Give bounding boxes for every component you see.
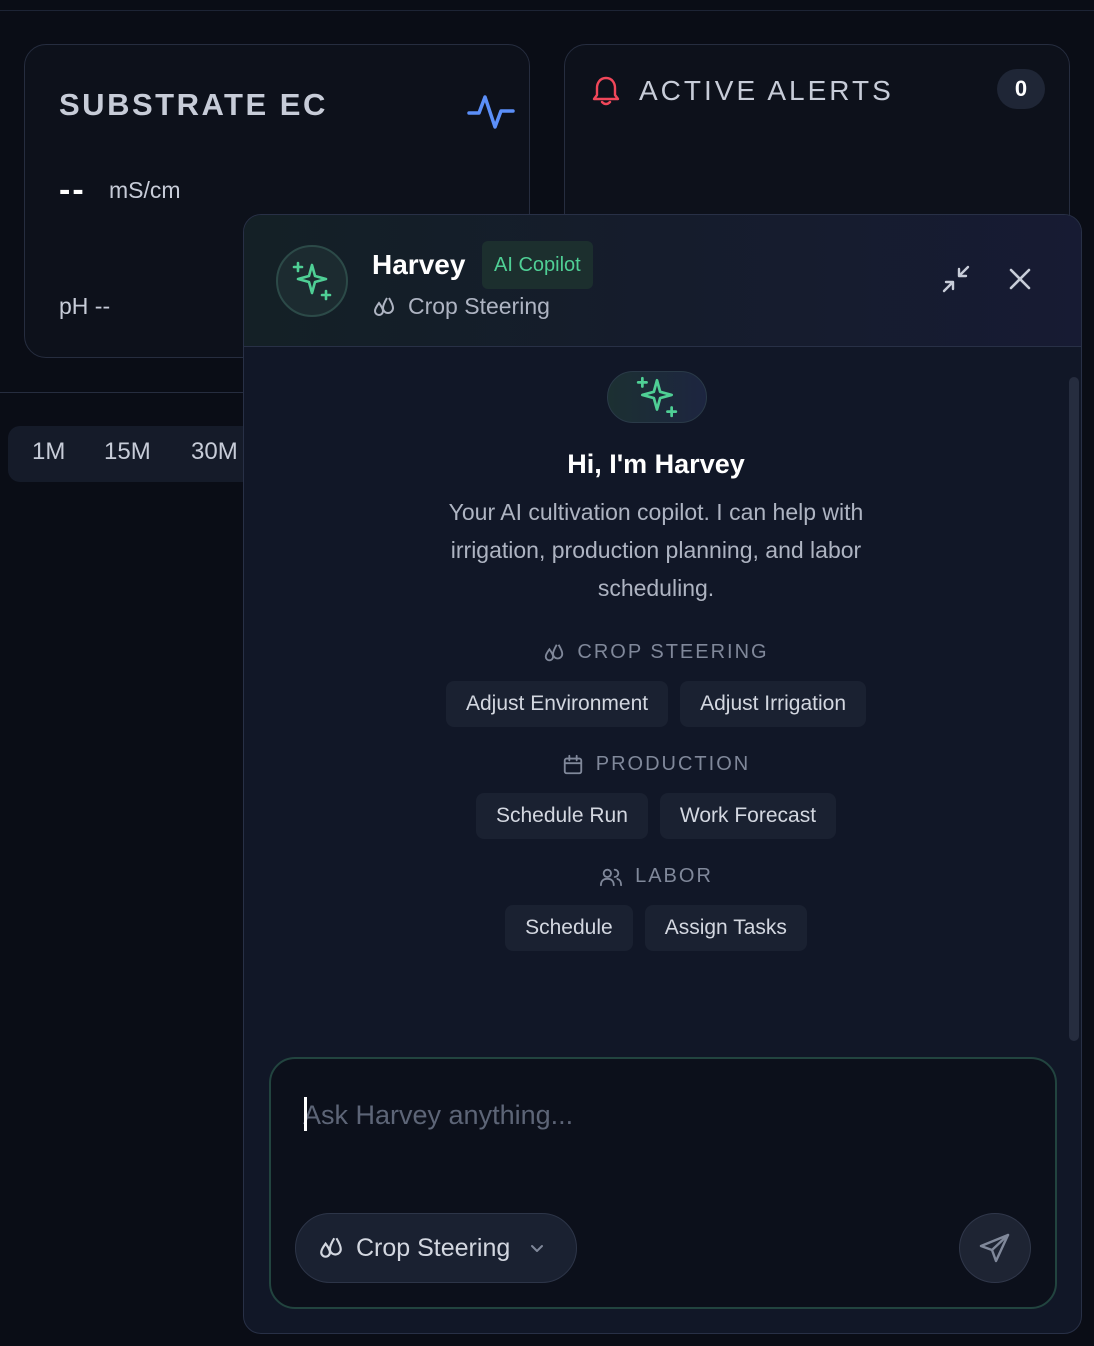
close-icon [1009,268,1031,290]
ph-value: pH -- [59,293,111,319]
chevron-down-icon [531,1245,544,1252]
alerts-count-badge: 0 [997,69,1045,109]
calendar-icon [563,754,582,774]
greeting-intro: Your AI cultivation copilot. I can help … [448,499,864,601]
section-production-label: PRODUCTION [595,753,751,775]
section-production: PRODUCTION [244,753,1068,776]
ec-unit: mS/cm [109,177,181,203]
bot-context-label: Crop Steering [408,293,550,319]
time-range-15m-button[interactable]: 15M [104,438,151,466]
ai-copilot-badge: AI Copilot [482,241,593,289]
top-divider [0,10,1094,11]
assign-tasks-chip[interactable]: Assign Tasks [644,905,807,951]
section-labor: LABOR [244,865,1068,888]
message-composer: Crop Steering [269,1057,1057,1309]
production-chips: Schedule Run Work Forecast [244,793,1068,839]
section-labor-label: LABOR [635,865,713,887]
bell-icon [592,76,620,106]
sparkles-icon [292,261,332,301]
section-divider [0,392,244,393]
greeting-title: Hi, I'm Harvey [567,449,745,479]
send-icon [979,1233,1010,1263]
harvey-chat-panel: Harvey AI Copilot Crop Steering Hi, I'm … [243,214,1082,1334]
mode-select-label: Crop Steering [356,1233,511,1262]
work-forecast-chip[interactable]: Work Forecast [659,793,837,839]
labor-chips: Schedule Assign Tasks [244,905,1068,951]
bot-name: Harvey [372,249,466,280]
mode-select[interactable]: Crop Steering [295,1213,577,1283]
time-range-30m-button[interactable]: 30M [191,438,238,466]
section-crop-steering: CROP STEERING [244,641,1068,664]
minimize-icon [942,265,970,293]
section-crop-steering-label: CROP STEERING [577,641,769,663]
text-caret [304,1097,307,1131]
send-button[interactable] [959,1213,1031,1283]
minimize-button[interactable] [936,259,976,299]
schedule-chip[interactable]: Schedule [505,905,633,951]
bot-avatar [276,245,348,317]
time-range-1m-button[interactable]: 1M [32,438,65,466]
crop-steering-chips: Adjust Environment Adjust Irrigation [244,681,1068,727]
sparkles-icon [636,376,678,418]
close-button[interactable] [1000,259,1040,299]
message-input[interactable] [303,1093,1003,1137]
time-range-selector: 1M 15M 30M [8,426,268,482]
chat-header: Harvey AI Copilot Crop Steering [244,215,1081,347]
droplets-icon [545,643,564,661]
adjust-irrigation-chip[interactable]: Adjust Irrigation [680,681,866,727]
ec-value: -- [59,171,86,209]
bot-context: Crop Steering [372,293,550,320]
alerts-card-title: ACTIVE ALERTS [639,75,894,106]
droplets-icon [320,1237,342,1258]
activity-pulse-icon [467,95,515,129]
hero-sparkles-badge [607,371,707,423]
schedule-run-chip[interactable]: Schedule Run [475,793,648,839]
droplets-icon [373,296,395,316]
chat-scrollbar[interactable] [1069,377,1079,1041]
ec-card-title: SUBSTRATE EC [59,87,328,122]
users-icon [600,868,623,886]
dashboard-page: SUBSTRATE EC -- mS/cm pH -- ACTIVE ALERT… [0,0,1094,1346]
adjust-environment-chip[interactable]: Adjust Environment [446,681,669,727]
